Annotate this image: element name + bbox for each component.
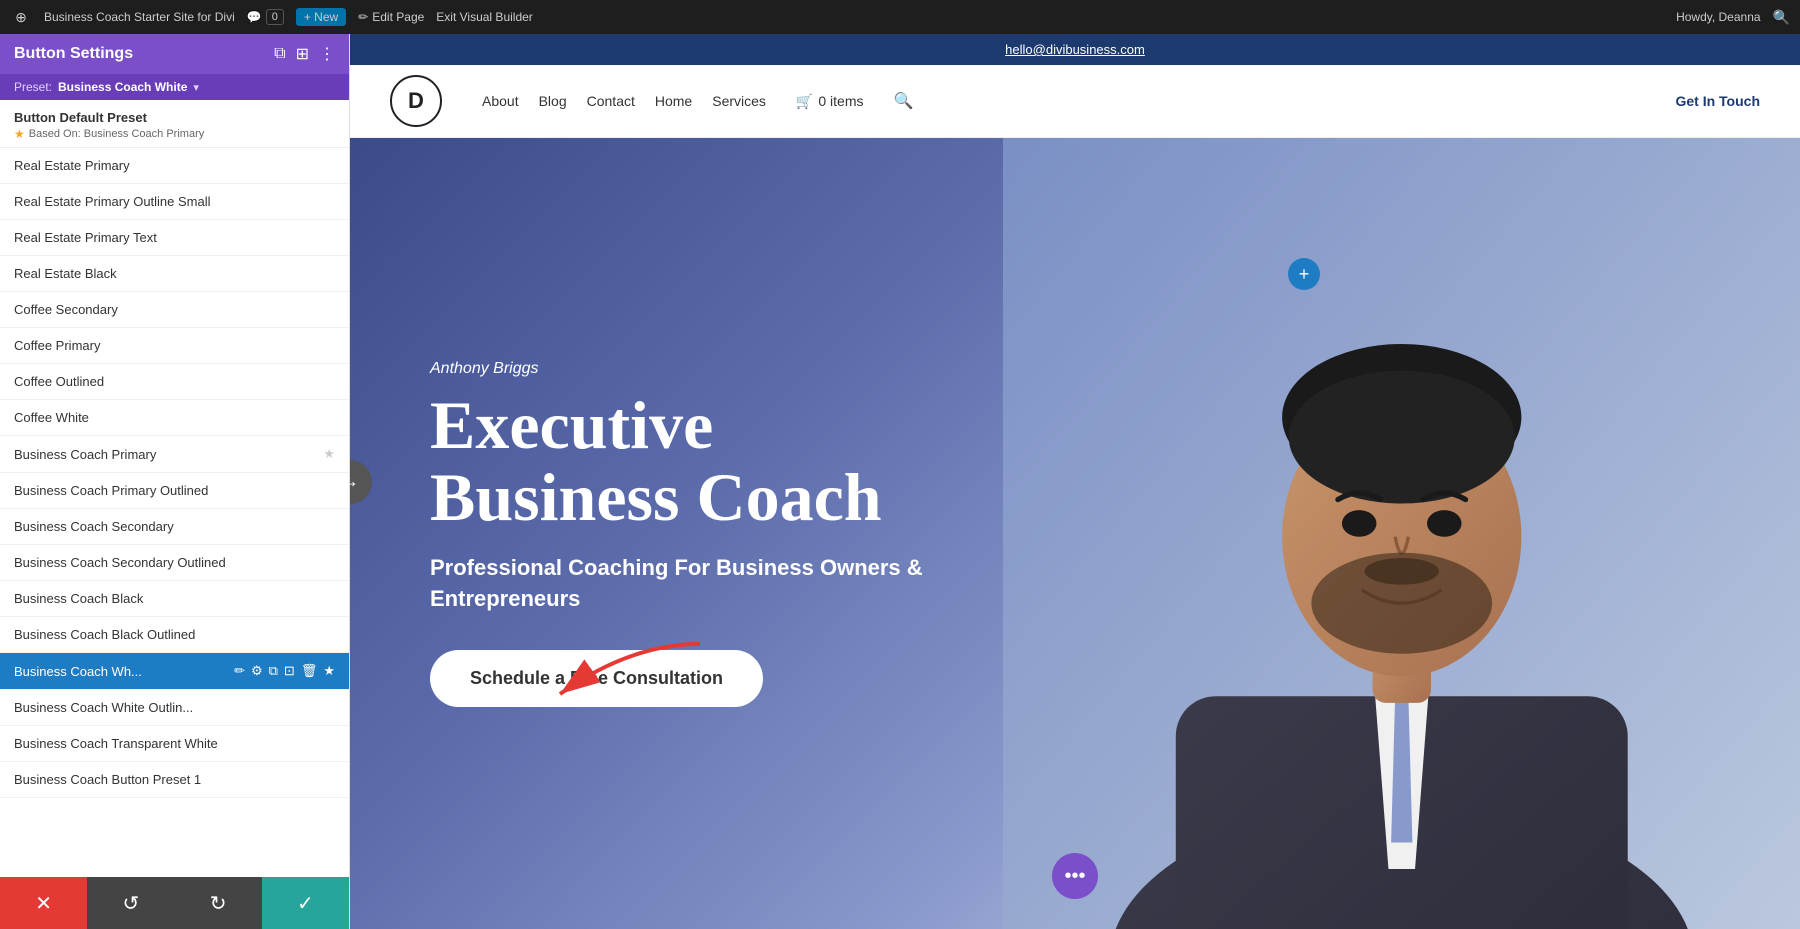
chevron-down-icon: ▾ [193, 81, 199, 94]
main-area: Button Settings ⧉ ⊞ ⋮ Preset: Business C… [0, 34, 1800, 929]
more-options-button[interactable]: ••• [1052, 853, 1098, 899]
delete-preset-icon[interactable]: 🗑 [301, 663, 318, 679]
nav-contact[interactable]: Contact [587, 93, 635, 109]
preset-item-business-coach-white[interactable]: Business Coach Wh... ✏ ⚙ ⧉ ⊡ 🗑 ★ [0, 653, 349, 690]
preset-bar[interactable]: Preset: Business Coach White ▾ [0, 74, 349, 100]
star-right-icon: ★ [323, 446, 335, 462]
preset-item-actions: ✏ ⚙ ⧉ ⊡ 🗑 ★ [234, 663, 335, 679]
new-button[interactable]: + New [296, 8, 346, 26]
comments-link[interactable]: 💬 0 [247, 9, 284, 25]
nav-home[interactable]: Home [655, 93, 692, 109]
hero-person-name: Anthony Briggs [430, 360, 970, 378]
preset-item-coffee-primary[interactable]: Coffee Primary [0, 328, 349, 364]
star-preset-icon[interactable]: ★ [323, 663, 335, 679]
nav-search-icon[interactable]: 🔍 [893, 91, 913, 111]
hero-subtitle: Professional Coaching For Business Owner… [430, 553, 970, 615]
cancel-button[interactable]: ✕ [0, 877, 87, 929]
monitor-icon[interactable]: ⧉ [274, 45, 285, 63]
bottom-toolbar: ✕ ↺ ↻ ✓ [0, 877, 349, 929]
preset-item-business-coach-secondary[interactable]: Business Coach Secondary [0, 509, 349, 545]
nav-blog[interactable]: Blog [539, 93, 567, 109]
default-preset-section: Button Default Preset ★ Based On: Busine… [0, 100, 349, 148]
nav-cart[interactable]: 🛒 0 items [796, 93, 864, 110]
wp-admin-bar: ⊕ Business Coach Starter Site for Divi 💬… [0, 0, 1800, 34]
hero-person-image [1003, 138, 1800, 929]
nav-about[interactable]: About [482, 93, 519, 109]
export-preset-icon[interactable]: ⊡ [284, 663, 295, 679]
more-icon[interactable]: ⋮ [319, 44, 335, 64]
hero-cta-button[interactable]: Schedule a Free Consultation [430, 650, 763, 707]
undo-button[interactable]: ↺ [87, 877, 174, 929]
nav-cta-button[interactable]: Get In Touch [1675, 93, 1760, 109]
default-preset-sub: ★ Based On: Business Coach Primary [14, 127, 335, 141]
site-nav: D About Blog Contact Home Services 🛒 0 i… [350, 65, 1800, 138]
edit-page-link[interactable]: ✏ Edit Page [358, 10, 424, 24]
hero-section: Anthony Briggs Executive Business Coach … [350, 138, 1800, 929]
topbar-email[interactable]: hello@divibusiness.com [1005, 42, 1145, 57]
preset-item-real-estate-primary[interactable]: Real Estate Primary [0, 148, 349, 184]
duplicate-preset-icon[interactable]: ⧉ [269, 663, 278, 679]
howdy-label: Howdy, Deanna [1676, 10, 1761, 24]
preset-list: Real Estate Primary Real Estate Primary … [0, 148, 349, 877]
admin-search-icon[interactable]: 🔍 [1773, 9, 1790, 26]
preset-item-business-coach-primary[interactable]: Business Coach Primary ★ [0, 436, 349, 473]
preset-item-coffee-white[interactable]: Coffee White [0, 400, 349, 436]
star-icon: ★ [14, 127, 25, 141]
hero-content: Anthony Briggs Executive Business Coach … [350, 300, 1050, 766]
columns-icon[interactable]: ⊞ [296, 44, 309, 64]
hero-image-area [1003, 138, 1800, 929]
default-preset-title: Button Default Preset [14, 110, 335, 125]
preset-item-business-coach-button-preset-1[interactable]: Business Coach Button Preset 1 [0, 762, 349, 798]
preset-item-real-estate-black[interactable]: Real Estate Black [0, 256, 349, 292]
website-preview: ↔ hello@divibusiness.com D About Blog Co… [350, 34, 1800, 929]
save-button[interactable]: ✓ [262, 877, 349, 929]
site-topbar: hello@divibusiness.com [350, 34, 1800, 65]
settings-preset-icon[interactable]: ⚙ [251, 663, 263, 679]
preset-item-business-coach-black[interactable]: Business Coach Black [0, 581, 349, 617]
panel-title: Button Settings [14, 45, 133, 63]
preset-item-real-estate-primary-outline-small[interactable]: Real Estate Primary Outline Small [0, 184, 349, 220]
preset-item-business-coach-black-outlined[interactable]: Business Coach Black Outlined [0, 617, 349, 653]
nav-links: About Blog Contact Home Services [482, 93, 766, 109]
nav-services[interactable]: Services [712, 93, 766, 109]
preset-value: Business Coach White [58, 80, 187, 94]
hero-title: Executive Business Coach [430, 390, 970, 533]
preset-item-business-coach-primary-outlined[interactable]: Business Coach Primary Outlined [0, 473, 349, 509]
add-module-button[interactable]: + [1288, 258, 1320, 290]
panel-header-icons: ⧉ ⊞ ⋮ [274, 44, 335, 64]
preset-item-business-coach-secondary-outlined[interactable]: Business Coach Secondary Outlined [0, 545, 349, 581]
redo-button[interactable]: ↻ [175, 877, 262, 929]
panel-header: Button Settings ⧉ ⊞ ⋮ [0, 34, 349, 74]
cart-icon: 🛒 [796, 93, 813, 110]
cart-count: 0 items [818, 93, 863, 109]
preset-item-coffee-secondary[interactable]: Coffee Secondary [0, 292, 349, 328]
preset-item-coffee-outlined[interactable]: Coffee Outlined [0, 364, 349, 400]
preset-item-business-coach-transparent-white[interactable]: Business Coach Transparent White [0, 726, 349, 762]
site-logo: D [390, 75, 442, 127]
exit-builder-link[interactable]: Exit Visual Builder [436, 10, 533, 24]
active-preset-label: Business Coach Wh... [14, 664, 234, 679]
site-name-link[interactable]: Business Coach Starter Site for Divi [44, 10, 235, 24]
preset-item-real-estate-primary-text[interactable]: Real Estate Primary Text [0, 220, 349, 256]
wp-logo-icon[interactable]: ⊕ [10, 6, 32, 28]
preset-label-text: Preset: [14, 80, 52, 94]
preset-item-business-coach-white-outlined[interactable]: Business Coach White Outlin... [0, 690, 349, 726]
button-settings-panel: Button Settings ⧉ ⊞ ⋮ Preset: Business C… [0, 34, 350, 929]
edit-preset-icon[interactable]: ✏ [234, 663, 245, 679]
